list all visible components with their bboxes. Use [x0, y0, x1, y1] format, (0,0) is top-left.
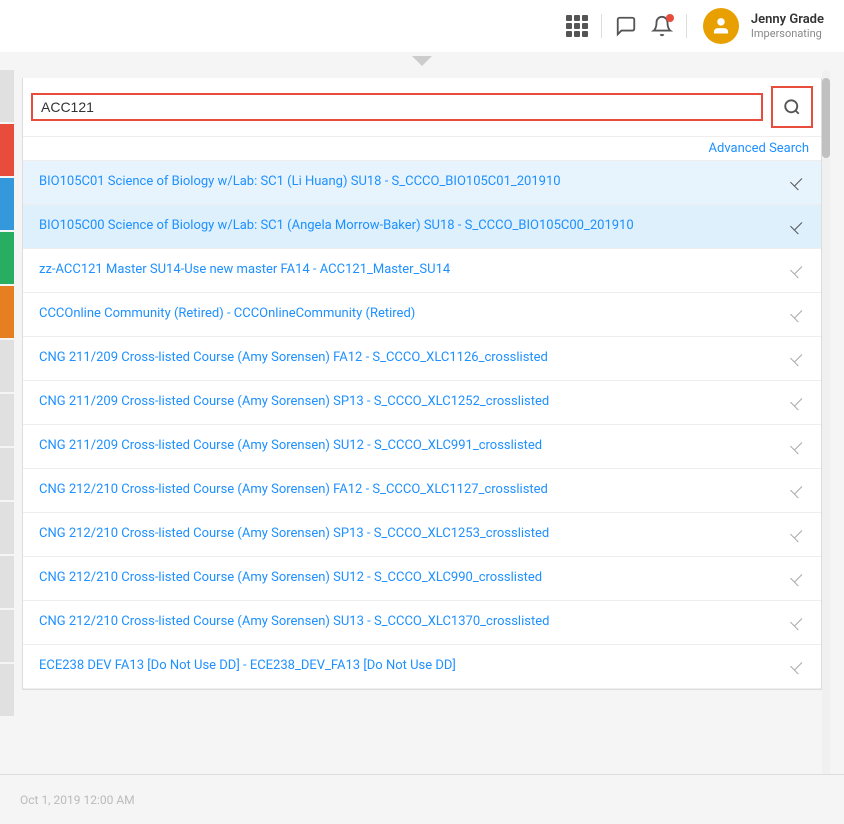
sidebar-indicator-10: [0, 556, 14, 608]
pin-icon[interactable]: ⊥: [786, 655, 809, 678]
search-button-wrapper: [771, 86, 813, 128]
nav-left-icons: [561, 10, 691, 42]
list-item[interactable]: BIO105C00 Science of Biology w/Lab: SC1 …: [23, 205, 821, 249]
nav-separator-2: [686, 14, 687, 38]
pin-icon[interactable]: ⊥: [786, 611, 809, 634]
result-text: CNG 211/209 Cross-listed Course (Amy Sor…: [39, 393, 779, 411]
pin-icon[interactable]: ⊥: [786, 303, 809, 326]
search-button[interactable]: [773, 88, 811, 126]
sidebar-indicator-3: [0, 178, 14, 230]
pin-icon[interactable]: ⊥: [786, 215, 809, 238]
scrollbar-track[interactable]: [822, 70, 830, 820]
list-item[interactable]: CNG 212/210 Cross-listed Course (Amy Sor…: [23, 557, 821, 601]
user-info[interactable]: Jenny Grade Impersonating: [751, 12, 824, 40]
result-text: CNG 212/210 Cross-listed Course (Amy Sor…: [39, 525, 779, 543]
pin-icon[interactable]: ⊥: [786, 391, 809, 414]
advanced-search-section: Advanced Search: [23, 137, 821, 161]
page-footer: Oct 1, 2019 12:00 AM: [0, 774, 844, 824]
user-role: Impersonating: [751, 27, 822, 40]
result-text: BIO105C00 Science of Biology w/Lab: SC1 …: [39, 217, 779, 235]
result-text: zz-ACC121 Master SU14-Use new master FA1…: [39, 261, 779, 279]
search-input-wrapper: [31, 93, 763, 121]
search-panel: Advanced Search BIO105C01 Science of Bio…: [22, 78, 822, 690]
sidebar-indicator-6: [0, 340, 14, 392]
list-item[interactable]: zz-ACC121 Master SU14-Use new master FA1…: [23, 249, 821, 293]
avatar[interactable]: [703, 8, 739, 44]
list-item[interactable]: CNG 212/210 Cross-listed Course (Amy Sor…: [23, 469, 821, 513]
sidebar-indicator-2: [0, 124, 14, 176]
sidebar-indicator-1: [0, 70, 14, 122]
grid-icon: [566, 15, 588, 37]
list-item[interactable]: ECE238 DEV FA13 [Do Not Use DD] - ECE238…: [23, 645, 821, 689]
list-item[interactable]: CCCOnline Community (Retired) - CCCOnlin…: [23, 293, 821, 337]
sidebar-indicator-8: [0, 448, 14, 500]
top-navigation: Jenny Grade Impersonating: [0, 0, 844, 52]
result-text: CNG 211/209 Cross-listed Course (Amy Sor…: [39, 437, 779, 455]
list-item[interactable]: CNG 211/209 Cross-listed Course (Amy Sor…: [23, 337, 821, 381]
result-text: CCCOnline Community (Retired) - CCCOnlin…: [39, 305, 779, 323]
advanced-search-link[interactable]: Advanced Search: [709, 141, 809, 156]
sidebar-indicator-11: [0, 610, 14, 662]
search-header: [23, 78, 821, 137]
list-item[interactable]: CNG 212/210 Cross-listed Course (Amy Sor…: [23, 513, 821, 557]
pin-icon[interactable]: ⊥: [786, 567, 809, 590]
list-item[interactable]: CNG 211/209 Cross-listed Course (Amy Sor…: [23, 381, 821, 425]
sidebar-indicator-5: [0, 286, 14, 338]
dropdown-chevron: [0, 52, 844, 70]
pin-icon[interactable]: ⊥: [786, 435, 809, 458]
nav-separator-1: [601, 14, 602, 38]
sidebar-indicators: [0, 70, 14, 716]
grid-menu-button[interactable]: [561, 10, 593, 42]
pin-icon[interactable]: ⊥: [786, 259, 809, 282]
notification-badge: [666, 14, 674, 22]
pin-icon[interactable]: ⊥: [786, 523, 809, 546]
result-text: BIO105C01 Science of Biology w/Lab: SC1 …: [39, 173, 779, 191]
result-text: CNG 212/210 Cross-listed Course (Amy Sor…: [39, 481, 779, 499]
result-text: ECE238 DEV FA13 [Do Not Use DD] - ECE238…: [39, 657, 779, 675]
chevron-down-icon: [412, 56, 432, 66]
chat-button[interactable]: [610, 10, 642, 42]
sidebar-indicator-7: [0, 394, 14, 446]
result-text: CNG 212/210 Cross-listed Course (Amy Sor…: [39, 613, 779, 631]
scrollbar-thumb[interactable]: [822, 78, 830, 158]
search-input[interactable]: [41, 99, 753, 115]
result-text: CNG 212/210 Cross-listed Course (Amy Sor…: [39, 569, 779, 587]
pin-icon[interactable]: ⊥: [786, 479, 809, 502]
footer-text: Oct 1, 2019 12:00 AM: [20, 793, 135, 807]
sidebar-indicator-12: [0, 664, 14, 716]
user-name: Jenny Grade: [751, 12, 824, 27]
sidebar-indicator-9: [0, 502, 14, 554]
notifications-button[interactable]: [646, 10, 678, 42]
result-text: CNG 211/209 Cross-listed Course (Amy Sor…: [39, 349, 779, 367]
sidebar-indicator-4: [0, 232, 14, 284]
list-item[interactable]: CNG 212/210 Cross-listed Course (Amy Sor…: [23, 601, 821, 645]
search-results-list: BIO105C01 Science of Biology w/Lab: SC1 …: [23, 161, 821, 689]
pin-icon[interactable]: ⊥: [786, 347, 809, 370]
list-item[interactable]: BIO105C01 Science of Biology w/Lab: SC1 …: [23, 161, 821, 205]
pin-icon[interactable]: ⊥: [786, 171, 809, 194]
list-item[interactable]: CNG 211/209 Cross-listed Course (Amy Sor…: [23, 425, 821, 469]
